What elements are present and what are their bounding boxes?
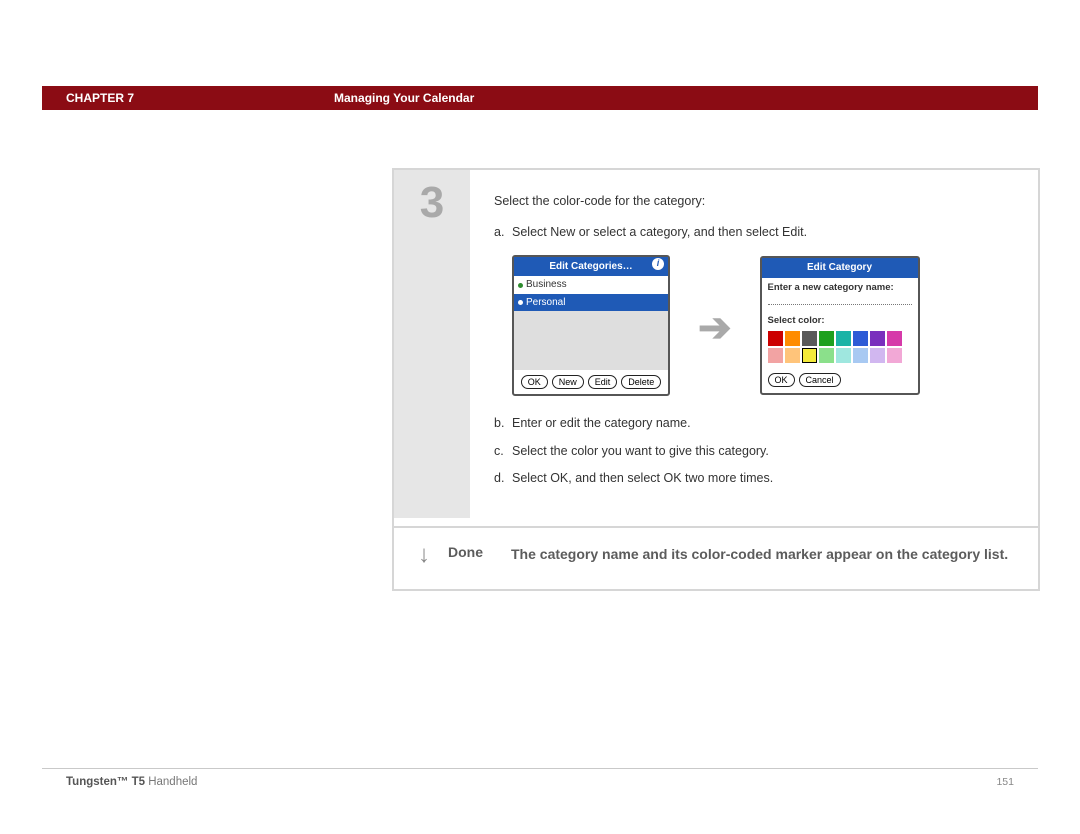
new-button[interactable]: New xyxy=(552,375,584,389)
dialog-button-row: OK New Edit Delete xyxy=(514,370,668,394)
done-row: ↓ Done The category name and its color-c… xyxy=(394,526,1038,589)
color-swatch[interactable] xyxy=(768,331,783,346)
color-swatch[interactable] xyxy=(819,331,834,346)
color-swatch[interactable] xyxy=(819,348,834,363)
dialogs-row: Edit Categories… i Business Personal xyxy=(512,255,1014,397)
step-item-text: Select the color you want to give this c… xyxy=(512,442,1014,461)
color-swatch[interactable] xyxy=(785,348,800,363)
category-name: Personal xyxy=(526,295,565,311)
footer-product-rest: Handheld xyxy=(145,776,197,788)
step-top: 3 Select the color-code for the category… xyxy=(394,170,1038,526)
color-swatch[interactable] xyxy=(870,348,885,363)
category-dot xyxy=(518,300,523,305)
edit-button[interactable]: Edit xyxy=(588,375,618,389)
footer-divider xyxy=(42,768,1038,769)
color-grid xyxy=(762,329,918,369)
chapter-label: CHAPTER 7 xyxy=(66,91,134,105)
dialog-button-row: OK Cancel xyxy=(762,369,918,393)
step-intro: Select the color-code for the category: xyxy=(494,192,1014,211)
step-card: 3 Select the color-code for the category… xyxy=(392,168,1040,591)
edit-category-dialog: Edit Category Enter a new category name:… xyxy=(760,256,920,395)
color-label: Select color: xyxy=(762,311,918,329)
color-swatch[interactable] xyxy=(887,331,902,346)
step-item-a: a. Select New or select a category, and … xyxy=(494,223,1014,242)
cancel-button[interactable]: Cancel xyxy=(799,373,841,387)
info-icon[interactable]: i xyxy=(652,258,664,270)
footer-product-bold: Tungsten™ T5 xyxy=(66,776,145,788)
color-swatch[interactable] xyxy=(887,348,902,363)
name-label: Enter a new category name: xyxy=(762,278,918,296)
step-item-text: Select New or select a category, and the… xyxy=(512,223,1014,242)
color-swatch[interactable] xyxy=(853,331,868,346)
arrow-right-icon: ➔ xyxy=(698,297,732,359)
step-item-text: Enter or edit the category name. xyxy=(512,414,1014,433)
ok-button[interactable]: OK xyxy=(521,375,548,389)
done-label: Done xyxy=(448,544,483,560)
dialog-title-text: Edit Categories… xyxy=(549,261,632,272)
delete-button[interactable]: Delete xyxy=(621,375,661,389)
color-swatch[interactable] xyxy=(853,348,868,363)
step-item-label: b. xyxy=(494,414,512,433)
color-swatch[interactable] xyxy=(785,331,800,346)
step-item-text: Select OK, and then select OK two more t… xyxy=(512,469,1014,488)
step-item-d: d. Select OK, and then select OK two mor… xyxy=(494,469,1014,488)
name-input[interactable] xyxy=(768,295,912,305)
color-swatch[interactable] xyxy=(802,331,817,346)
arrow-down-icon: ↓ xyxy=(418,543,430,567)
edit-categories-dialog: Edit Categories… i Business Personal xyxy=(512,255,670,397)
chapter-title: Managing Your Calendar xyxy=(334,91,474,105)
page-number: 151 xyxy=(996,776,1014,788)
ok-button[interactable]: OK xyxy=(768,373,795,387)
header-bar: CHAPTER 7 Managing Your Calendar xyxy=(42,86,1038,110)
step-body: Select the color-code for the category: … xyxy=(470,170,1038,518)
category-list: Business Personal xyxy=(514,276,668,370)
step-item-label: a. xyxy=(494,223,512,242)
color-swatch[interactable] xyxy=(768,348,783,363)
category-item-personal[interactable]: Personal xyxy=(514,294,668,312)
step-item-label: d. xyxy=(494,469,512,488)
dialog-title: Edit Category xyxy=(762,258,918,278)
step-item-b: b. Enter or edit the category name. xyxy=(494,414,1014,433)
color-swatch[interactable] xyxy=(802,348,817,363)
category-name: Business xyxy=(526,277,567,293)
color-swatch[interactable] xyxy=(870,331,885,346)
footer-product: Tungsten™ T5 Handheld xyxy=(66,776,197,788)
color-swatch[interactable] xyxy=(836,331,851,346)
step-item-c: c. Select the color you want to give thi… xyxy=(494,442,1014,461)
step-number: 3 xyxy=(394,170,470,518)
category-dot xyxy=(518,283,523,288)
done-text: The category name and its color-coded ma… xyxy=(511,544,1014,565)
color-swatch[interactable] xyxy=(836,348,851,363)
category-item-business[interactable]: Business xyxy=(514,276,668,294)
dialog-title: Edit Categories… i xyxy=(514,257,668,277)
step-item-label: c. xyxy=(494,442,512,461)
